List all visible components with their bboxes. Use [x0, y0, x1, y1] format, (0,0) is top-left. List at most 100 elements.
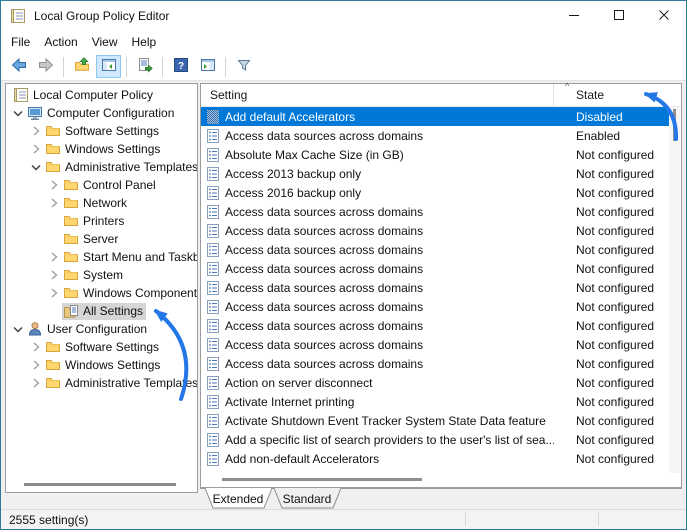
menu-help[interactable]: Help: [125, 33, 164, 51]
setting-cell: Access 2013 backup only: [201, 166, 554, 181]
chevron-collapsed-icon[interactable]: [28, 141, 44, 157]
list-row[interactable]: Access data sources across domains Not co…: [201, 316, 669, 335]
tab-extended-label[interactable]: Extended: [213, 492, 264, 506]
list-row[interactable]: Access data sources across domains Not co…: [201, 297, 669, 316]
folder-icon: [45, 123, 61, 139]
tree-item-label: Windows Settings: [65, 142, 161, 156]
folder-icon: [45, 375, 61, 391]
sort-ascending-icon: ^: [565, 81, 570, 91]
tree-item-server[interactable]: Server: [6, 230, 197, 248]
tree-item-content: All Settings: [62, 302, 147, 320]
tree-item-all-settings[interactable]: All Settings: [6, 302, 197, 320]
console-tree-toggle[interactable]: [96, 55, 121, 78]
list-row[interactable]: Action on server disconnect Not configure…: [201, 373, 669, 392]
up-one-level-button[interactable]: [69, 55, 94, 78]
minimize-button[interactable]: [551, 1, 596, 31]
vertical-scrollbar-thumb[interactable]: [673, 109, 676, 141]
setting-label: Activate Internet printing: [225, 394, 355, 409]
tree-item-software-settings[interactable]: Software Settings: [6, 122, 197, 140]
list-row[interactable]: Activate Internet printing Not configured: [201, 392, 669, 411]
list-row[interactable]: Access 2013 backup only Not configured: [201, 164, 669, 183]
tree-item-network[interactable]: Network: [6, 194, 197, 212]
folder-icon: [63, 195, 79, 211]
column-header-setting[interactable]: Setting: [201, 84, 554, 106]
chevron-expanded-icon[interactable]: [28, 159, 44, 175]
list-row[interactable]: Access data sources across domains Enable…: [201, 126, 669, 145]
tree-item-windows-settings[interactable]: Windows Settings: [6, 356, 197, 374]
setting-cell: Activate Internet printing: [201, 394, 554, 409]
chevron-collapsed-icon[interactable]: [28, 357, 44, 373]
tree-item-computer-configuration[interactable]: Computer Configuration: [6, 104, 197, 122]
folder-icon: [63, 177, 79, 193]
list-row[interactable]: Activate Shutdown Event Tracker System S…: [201, 411, 669, 430]
menu-view[interactable]: View: [85, 33, 125, 51]
title-bar: Local Group Policy Editor: [1, 1, 686, 31]
list-row[interactable]: Add non-default Accelerators Not configur…: [201, 449, 669, 468]
tree-item-printers[interactable]: Printers: [6, 212, 197, 230]
list-row[interactable]: Access data sources across domains Not co…: [201, 221, 669, 240]
list-row[interactable]: Access data sources across domains Not co…: [201, 354, 669, 373]
setting-label: Access data sources across domains: [225, 261, 424, 276]
back-button[interactable]: [6, 55, 31, 78]
list-row[interactable]: Access data sources across domains Not co…: [201, 202, 669, 221]
tree-item-label: Printers: [83, 214, 125, 228]
setting-label: Absolute Max Cache Size (in GB): [225, 147, 404, 162]
folder-icon: [63, 231, 79, 247]
policy-icon: [206, 147, 220, 162]
tree-item-windows-settings[interactable]: Windows Settings: [6, 140, 197, 158]
tree-item-administrative-templates[interactable]: Administrative Templates: [6, 374, 197, 392]
list-row[interactable]: Add a specific list of search providers …: [201, 430, 669, 449]
list-horizontal-scrollbar-thumb[interactable]: [222, 478, 422, 481]
action-pane-icon: [200, 57, 216, 76]
chevron-collapsed-icon[interactable]: [46, 267, 62, 283]
export-list-button[interactable]: [132, 55, 157, 78]
setting-label: Add default Accelerators: [225, 109, 356, 124]
tree-item-start-menu-and-taskbar[interactable]: Start Menu and Taskbar: [6, 248, 197, 266]
tree-item-system[interactable]: System: [6, 266, 197, 284]
console-tree: Local Computer Policy Computer Configurat…: [6, 86, 197, 392]
chevron-collapsed-icon[interactable]: [28, 339, 44, 355]
tree-item-local-computer-policy[interactable]: Local Computer Policy: [6, 86, 197, 104]
help-button[interactable]: ?: [168, 55, 193, 78]
tree-item-administrative-templates[interactable]: Administrative Templates: [6, 158, 197, 176]
list-row[interactable]: Access data sources across domains Not co…: [201, 240, 669, 259]
chevron-collapsed-icon[interactable]: [28, 375, 44, 391]
chevron-collapsed-icon[interactable]: [46, 195, 62, 211]
console-tree-pane: Local Computer Policy Computer Configurat…: [5, 83, 198, 493]
tree-item-control-panel[interactable]: Control Panel: [6, 176, 197, 194]
setting-label: Activate Shutdown Event Tracker System S…: [225, 413, 546, 428]
column-header-state[interactable]: ^ State: [554, 81, 669, 106]
setting-label: Access data sources across domains: [225, 299, 424, 314]
tree-item-user-configuration[interactable]: User Configuration: [6, 320, 197, 338]
tree-item-windows-components[interactable]: Windows Components: [6, 284, 197, 302]
list-row[interactable]: Access data sources across domains Not co…: [201, 278, 669, 297]
close-button[interactable]: [641, 1, 686, 31]
chevron-expanded-icon[interactable]: [10, 321, 26, 337]
menu-file[interactable]: File: [4, 33, 37, 51]
list-row[interactable]: Add default Accelerators Disabled: [201, 107, 669, 126]
tree-item-content: Windows Settings: [44, 141, 163, 158]
chevron-collapsed-icon[interactable]: [46, 285, 62, 301]
policy-icon: [206, 318, 220, 333]
maximize-button[interactable]: [596, 1, 641, 31]
tree-horizontal-scrollbar-thumb[interactable]: [24, 483, 176, 486]
menu-action[interactable]: Action: [37, 33, 84, 51]
vertical-scrollbar[interactable]: [669, 107, 680, 473]
chevron-expanded-icon[interactable]: [10, 105, 26, 121]
tab-standard-label[interactable]: Standard: [283, 492, 332, 506]
chevron-collapsed-icon[interactable]: [46, 249, 62, 265]
state-value: Not configured: [576, 375, 655, 390]
filter-button[interactable]: [231, 55, 256, 78]
list-row[interactable]: Access 2016 backup only Not configured: [201, 183, 669, 202]
action-pane-toggle[interactable]: [195, 55, 220, 78]
policy-icon: [206, 242, 220, 257]
list-row[interactable]: Access data sources across domains Not co…: [201, 259, 669, 278]
list-row[interactable]: Absolute Max Cache Size (in GB) Not confi…: [201, 145, 669, 164]
chevron-collapsed-icon[interactable]: [28, 123, 44, 139]
tree-item-content: Start Menu and Taskbar: [62, 249, 197, 266]
setting-label: Access data sources across domains: [225, 204, 424, 219]
forward-button[interactable]: [33, 55, 58, 78]
chevron-collapsed-icon[interactable]: [46, 177, 62, 193]
tree-item-software-settings[interactable]: Software Settings: [6, 338, 197, 356]
list-row[interactable]: Access data sources across domains Not co…: [201, 335, 669, 354]
